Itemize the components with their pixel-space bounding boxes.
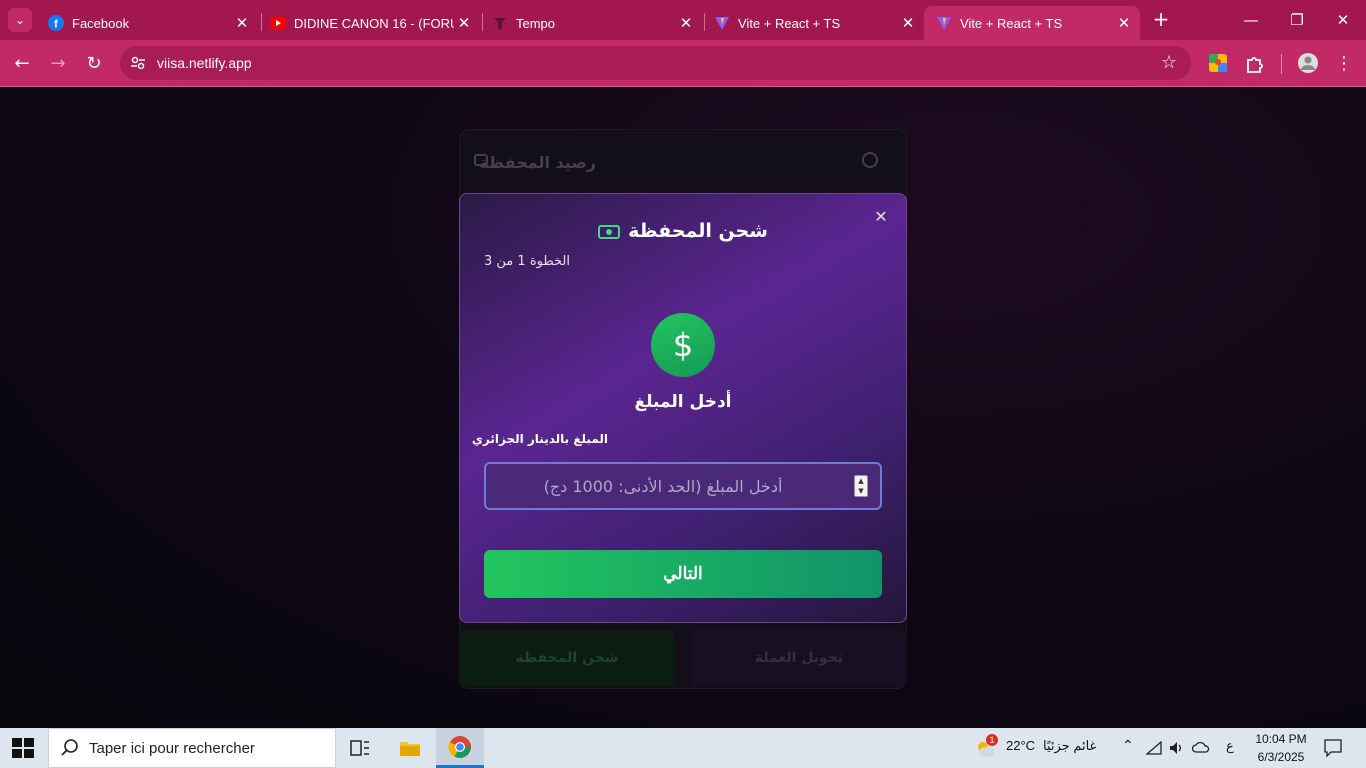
- page-viewport: رصيد المحفظة شحن المحفظة تحويل العملة ✕ …: [0, 87, 1366, 728]
- tab-title: Vite + React + TS: [960, 15, 1063, 31]
- clock-time: 10:04 PM: [1255, 732, 1307, 746]
- number-spinner[interactable]: ▲ ▼: [854, 475, 868, 497]
- step-indicator: الخطوة 1 من 3: [484, 254, 570, 269]
- youtube-icon: [270, 15, 286, 31]
- tab-tempo[interactable]: Tempo ✕: [480, 6, 702, 40]
- restore-button[interactable]: ❐: [1274, 0, 1320, 40]
- modal-title-text: شحن المحفظة: [628, 220, 768, 242]
- weather-badge: 1: [986, 734, 998, 746]
- close-tab-icon[interactable]: ✕: [454, 14, 474, 32]
- enter-amount-heading: أدخل المبلغ: [634, 392, 732, 412]
- address-bar[interactable]: viisa.netlify.app ☆: [120, 46, 1191, 80]
- system-clock[interactable]: 10:04 PM 6/3/2025: [1250, 730, 1312, 766]
- chrome-taskbar-icon[interactable]: [436, 728, 484, 768]
- tab-title: Tempo: [516, 15, 556, 31]
- tab-youtube[interactable]: DIDINE CANON 16 - (FORUM ✕: [258, 6, 480, 40]
- close-tab-icon[interactable]: ✕: [898, 14, 918, 32]
- close-tab-icon[interactable]: ✕: [232, 14, 252, 32]
- modal-title: شحن المحفظة: [460, 220, 906, 242]
- back-button[interactable]: ←: [8, 50, 36, 78]
- volume-icon[interactable]: [1168, 740, 1184, 756]
- task-view-icon[interactable]: [336, 728, 384, 768]
- next-button[interactable]: التالي: [484, 550, 882, 598]
- windows-start-icon[interactable]: [12, 738, 34, 758]
- toolbar-divider: [1281, 54, 1282, 74]
- show-hidden-icons-chevron-icon[interactable]: ⌃: [1122, 737, 1134, 754]
- tab-strip: ⌄ f Facebook ✕ DIDINE CANON 16 - (FORUM …: [0, 0, 1366, 40]
- facebook-icon: f: [48, 15, 64, 31]
- tab-facebook[interactable]: f Facebook ✕: [36, 6, 258, 40]
- browser-toolbar: ← → ↻ viisa.netlify.app ☆ ⋮: [0, 40, 1366, 87]
- network-icon[interactable]: [1146, 741, 1162, 755]
- clock-date: 6/3/2025: [1257, 750, 1305, 764]
- close-tab-icon[interactable]: ✕: [676, 14, 696, 32]
- input-language-indicator[interactable]: ع: [1226, 738, 1234, 754]
- close-window-button[interactable]: ✕: [1320, 0, 1366, 40]
- browser-menu-icon[interactable]: ⋮: [1330, 50, 1358, 78]
- spinner-down-icon[interactable]: ▼: [855, 486, 867, 496]
- vite-icon: [714, 15, 730, 31]
- taskbar-search-box[interactable]: Taper ici pour rechercher: [48, 728, 336, 768]
- tab-vite-1[interactable]: Vite + React + TS ✕: [702, 6, 924, 40]
- svg-text:f: f: [54, 19, 58, 31]
- amount-field-label: المبلغ بالدينار الجزائري: [471, 432, 608, 446]
- tab-title: Vite + React + TS: [738, 15, 841, 31]
- forward-button[interactable]: →: [44, 50, 72, 78]
- amount-input[interactable]: [484, 462, 882, 510]
- spinner-up-icon[interactable]: ▲: [855, 476, 867, 486]
- extension-maps-icon[interactable]: [1207, 52, 1229, 74]
- close-tab-icon[interactable]: ✕: [1114, 14, 1134, 32]
- tab-vite-active[interactable]: Vite + React + TS ✕: [924, 6, 1140, 40]
- windows-taskbar: Taper ici pour rechercher 1 22°C غائم جز…: [0, 728, 1366, 768]
- tempo-icon: [492, 15, 508, 31]
- minimize-button[interactable]: —: [1228, 0, 1274, 40]
- money-icon: [598, 224, 621, 239]
- onedrive-cloud-icon[interactable]: [1192, 741, 1210, 753]
- weather-description: غائم جزئيًا: [1043, 738, 1097, 753]
- tab-search-button[interactable]: ⌄: [8, 8, 32, 32]
- notifications-icon[interactable]: [1324, 739, 1342, 757]
- tab-title: Facebook: [72, 15, 130, 31]
- weather-icon[interactable]: 1: [974, 734, 998, 758]
- url-text: viisa.netlify.app: [157, 55, 252, 71]
- file-explorer-icon[interactable]: [386, 728, 434, 768]
- extensions-puzzle-icon[interactable]: [1244, 52, 1266, 74]
- bookmark-star-icon[interactable]: ☆: [1161, 52, 1177, 73]
- tab-title: DIDINE CANON 16 - (FORUM: [294, 15, 454, 31]
- reload-button[interactable]: ↻: [80, 50, 108, 78]
- weather-temperature: 22°C: [1006, 738, 1036, 753]
- site-settings-icon[interactable]: [130, 55, 146, 71]
- vite-icon: [936, 15, 952, 31]
- charge-wallet-modal: ✕ شحن المحفظة الخطوة 1 من 3 $ أدخل المبل…: [459, 193, 907, 623]
- dollar-icon: $: [651, 313, 715, 377]
- search-icon: [61, 739, 78, 756]
- new-tab-button[interactable]: +: [1150, 8, 1172, 30]
- profile-avatar-icon[interactable]: [1297, 52, 1319, 74]
- search-placeholder: Taper ici pour rechercher: [89, 740, 255, 757]
